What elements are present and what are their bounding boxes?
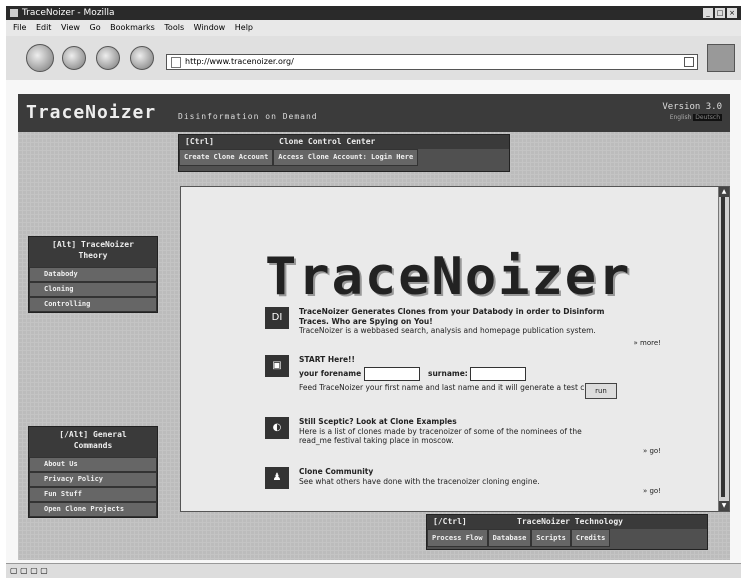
site-header: TraceNoizer Disinformation on Demand Ver…: [18, 94, 730, 132]
version-label: Version 3.0: [662, 102, 722, 112]
theory-subtitle: Theory: [78, 251, 108, 260]
url-text: http://www.tracenoizer.org/: [185, 57, 294, 66]
menu-help[interactable]: Help: [235, 23, 253, 32]
page-icon: [171, 57, 181, 68]
url-field[interactable]: http://www.tracenoizer.org/: [166, 54, 698, 70]
credits-button[interactable]: Credits: [570, 529, 611, 547]
technology-header: [/Ctrl] TraceNoizer Technology: [427, 515, 707, 529]
go-icon[interactable]: [684, 57, 694, 67]
surname-input[interactable]: [470, 366, 527, 381]
technology-title: TraceNoizer Technology: [517, 517, 623, 526]
general-item-open-projects[interactable]: Open Clone Projects: [29, 502, 157, 517]
language-english[interactable]: English: [670, 114, 692, 121]
intro-section: DI TraceNoizer Generates Clones from you…: [265, 307, 665, 347]
scroll-down-icon[interactable]: ▼: [719, 501, 729, 511]
control-center-title: Clone Control Center: [279, 137, 376, 146]
big-logo: TraceNoizer: [265, 247, 632, 307]
menu-go[interactable]: Go: [90, 23, 101, 32]
window-titlebar: TraceNoizer - Mozilla _ □ ×: [6, 6, 741, 20]
general-commands-panel: [/Alt] General Commands About Us Privacy…: [28, 426, 158, 518]
theory-item-cloning[interactable]: Cloning: [29, 282, 157, 297]
technology-panel: [/Ctrl] TraceNoizer Technology Process F…: [426, 514, 708, 550]
forward-button[interactable]: [62, 46, 86, 70]
forename-label: your forename: [299, 368, 362, 378]
login-button[interactable]: Access Clone Account: Login Here: [273, 149, 419, 166]
reload-button[interactable]: [96, 46, 120, 70]
menu-view[interactable]: View: [61, 23, 80, 32]
start-heading: START Here!!: [299, 355, 355, 364]
forename-input[interactable]: [363, 366, 420, 381]
portrait-icon: ▣: [265, 355, 289, 377]
community-section: ♟ Clone Community See what others have d…: [265, 467, 665, 499]
intro-text: TraceNoizer is a webbased search, analys…: [299, 326, 596, 335]
di-icon: DI: [265, 307, 289, 329]
process-flow-button[interactable]: Process Flow: [427, 529, 488, 547]
language-deutsch[interactable]: Deutsch: [693, 114, 722, 121]
status-bar: ▢ ▢ ▢ ▢: [6, 563, 741, 578]
technology-hotkey: [/Ctrl]: [433, 517, 467, 526]
main-scrollbar[interactable]: ▲ ▼: [718, 187, 729, 511]
language-switch: English Deutsch: [670, 114, 722, 121]
site-tagline: Disinformation on Demand: [178, 112, 318, 121]
main-content: TraceNoizer DI TraceNoizer Generates Clo…: [180, 186, 730, 512]
throbber-icon: [707, 44, 735, 72]
maximize-button[interactable]: □: [715, 8, 725, 18]
scroll-thumb[interactable]: [721, 197, 725, 497]
site-logo[interactable]: TraceNoizer: [26, 102, 156, 123]
menu-window[interactable]: Window: [194, 23, 226, 32]
clone-examples-icon: ◐: [265, 417, 289, 439]
window-title: TraceNoizer - Mozilla: [22, 8, 115, 18]
theory-item-databody[interactable]: Databody: [29, 267, 157, 282]
scripts-button[interactable]: Scripts: [531, 529, 571, 547]
menu-bookmarks[interactable]: Bookmarks: [110, 23, 155, 32]
app-icon: [10, 9, 18, 17]
menu-bar: File Edit View Go Bookmarks Tools Window…: [6, 20, 741, 36]
general-subtitle: Commands: [73, 441, 113, 450]
stop-button[interactable]: [130, 46, 154, 70]
examples-text: Here is a list of clones made by traceno…: [299, 426, 582, 446]
community-heading[interactable]: Clone Community: [299, 467, 609, 477]
general-item-privacy[interactable]: Privacy Policy: [29, 472, 157, 487]
intro-more-link[interactable]: » more!: [634, 339, 661, 349]
community-go-link[interactable]: » go!: [643, 487, 661, 497]
general-header: [/Alt] General Commands: [29, 427, 157, 457]
scroll-up-icon[interactable]: ▲: [719, 187, 729, 197]
examples-go-link[interactable]: » go!: [643, 447, 661, 457]
community-icon: ♟: [265, 467, 289, 489]
examples-heading[interactable]: Still Sceptic? Look at Clone Examples: [299, 417, 609, 427]
control-center-hotkey: [Ctrl]: [185, 137, 214, 146]
control-center-panel: [Ctrl] Clone Control Center Create Clone…: [178, 134, 510, 172]
back-button[interactable]: [26, 44, 54, 72]
minimize-button[interactable]: _: [703, 8, 713, 18]
create-clone-account-button[interactable]: Create Clone Account: [179, 149, 274, 166]
community-text: See what others have done with the trace…: [299, 476, 540, 486]
site-container: TraceNoizer Disinformation on Demand Ver…: [18, 94, 730, 560]
menu-tools[interactable]: Tools: [164, 23, 184, 32]
menu-edit[interactable]: Edit: [36, 23, 52, 32]
surname-label: surname:: [427, 368, 468, 378]
theory-panel: [Alt] TraceNoizer Theory Databody Clonin…: [28, 236, 158, 313]
theory-item-controlling[interactable]: Controlling: [29, 297, 157, 312]
menu-file[interactable]: File: [13, 23, 26, 32]
control-center-header: [Ctrl] Clone Control Center: [179, 135, 509, 149]
general-item-fun[interactable]: Fun Stuff: [29, 487, 157, 502]
examples-section: ◐ Still Sceptic? Look at Clone Examples …: [265, 417, 665, 457]
page-viewport: TraceNoizer Disinformation on Demand Ver…: [6, 80, 741, 563]
theory-title: [Alt] TraceNoizer: [52, 240, 134, 249]
run-button[interactable]: run: [585, 383, 617, 399]
status-icons: ▢ ▢ ▢ ▢: [10, 566, 48, 575]
intro-heading: TraceNoizer Generates Clones from your D…: [299, 307, 605, 326]
theory-header: [Alt] TraceNoizer Theory: [29, 237, 157, 267]
general-title: [/Alt] General: [59, 430, 127, 439]
database-button[interactable]: Database: [487, 529, 532, 547]
start-text: Feed TraceNoizer your first name and las…: [299, 382, 603, 392]
start-section: ▣ START Here!! your forename surname: Fe…: [265, 355, 665, 411]
close-button[interactable]: ×: [727, 8, 737, 18]
navigation-toolbar: http://www.tracenoizer.org/: [6, 36, 741, 81]
general-item-about[interactable]: About Us: [29, 457, 157, 472]
